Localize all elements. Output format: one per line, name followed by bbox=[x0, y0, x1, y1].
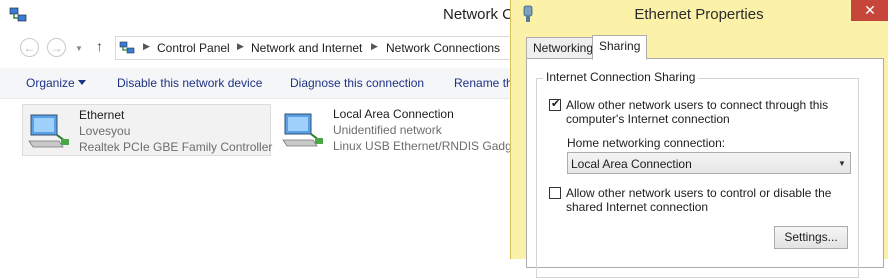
tab-sharing[interactable]: Sharing bbox=[592, 35, 648, 60]
allow-control-label-line2[interactable]: shared Internet connection bbox=[566, 200, 708, 214]
checkmark-icon: ✔ bbox=[551, 97, 561, 110]
close-icon: ✕ bbox=[864, 2, 876, 18]
allow-connect-label[interactable]: Allow other network users to connect thr… bbox=[566, 98, 828, 112]
close-button[interactable]: ✕ bbox=[851, 0, 888, 21]
explorer-title: Network C bbox=[443, 6, 514, 23]
connection-name: Ethernet bbox=[79, 108, 125, 122]
diagnose-connection-button[interactable]: Diagnose this connection bbox=[290, 76, 424, 90]
connection-network: Lovesyou bbox=[79, 124, 131, 138]
home-networking-value: Local Area Connection bbox=[571, 157, 692, 171]
network-adapter-icon bbox=[282, 113, 323, 147]
dialog-title: Ethernet Properties bbox=[634, 6, 764, 23]
group-title: Internet Connection Sharing bbox=[543, 70, 699, 84]
connection-adapter: Realtek PCIe GBE Family Controller bbox=[79, 140, 273, 154]
back-arrow-icon: ← bbox=[23, 41, 36, 55]
connection-network: Unidentified network bbox=[333, 123, 442, 137]
forward-button[interactable]: → bbox=[47, 38, 66, 57]
allow-control-label[interactable]: Allow other network users to control or … bbox=[566, 186, 831, 200]
breadcrumb-separator-icon: ▶ bbox=[237, 41, 244, 51]
disable-device-button[interactable]: Disable this network device bbox=[117, 76, 262, 90]
network-connections-icon bbox=[9, 7, 27, 22]
chevron-down-icon: ▼ bbox=[75, 44, 83, 53]
breadcrumb-network-connections[interactable]: Network Connections bbox=[386, 41, 500, 55]
chevron-down-icon bbox=[78, 80, 86, 85]
breadcrumb-network-and-internet[interactable]: Network and Internet bbox=[251, 41, 362, 55]
connection-local-area[interactable]: Local Area Connection Unidentified netwo… bbox=[277, 104, 522, 156]
back-button[interactable]: ← bbox=[20, 38, 39, 57]
organize-button[interactable]: Organize bbox=[26, 76, 75, 90]
settings-button[interactable]: Settings... bbox=[774, 226, 848, 249]
allow-control-checkbox[interactable] bbox=[549, 187, 561, 199]
chevron-down-icon: ▼ bbox=[838, 159, 846, 168]
connection-ethernet[interactable]: Ethernet Lovesyou Realtek PCIe GBE Famil… bbox=[22, 104, 273, 156]
home-networking-label: Home networking connection: bbox=[567, 136, 726, 150]
network-adapter-icon bbox=[28, 114, 69, 148]
up-arrow-icon[interactable]: ↑ bbox=[96, 38, 103, 54]
connection-adapter: Linux USB Ethernet/RNDIS Gadget bbox=[333, 139, 522, 153]
tab-networking[interactable]: Networking bbox=[526, 37, 601, 58]
allow-connect-checkbox[interactable]: ✔ bbox=[549, 97, 561, 111]
connection-name: Local Area Connection bbox=[333, 107, 454, 121]
rename-connection-button[interactable]: Rename th bbox=[454, 76, 513, 90]
allow-connect-label-line2[interactable]: computer's Internet connection bbox=[566, 112, 730, 126]
breadcrumb-separator-icon: ▶ bbox=[371, 41, 378, 51]
network-folder-icon bbox=[119, 41, 135, 54]
recent-locations-button[interactable]: ▼ bbox=[73, 38, 85, 57]
forward-arrow-icon: → bbox=[50, 41, 63, 55]
breadcrumb-separator-icon: ▶ bbox=[143, 41, 150, 51]
breadcrumb-control-panel[interactable]: Control Panel bbox=[157, 41, 230, 55]
